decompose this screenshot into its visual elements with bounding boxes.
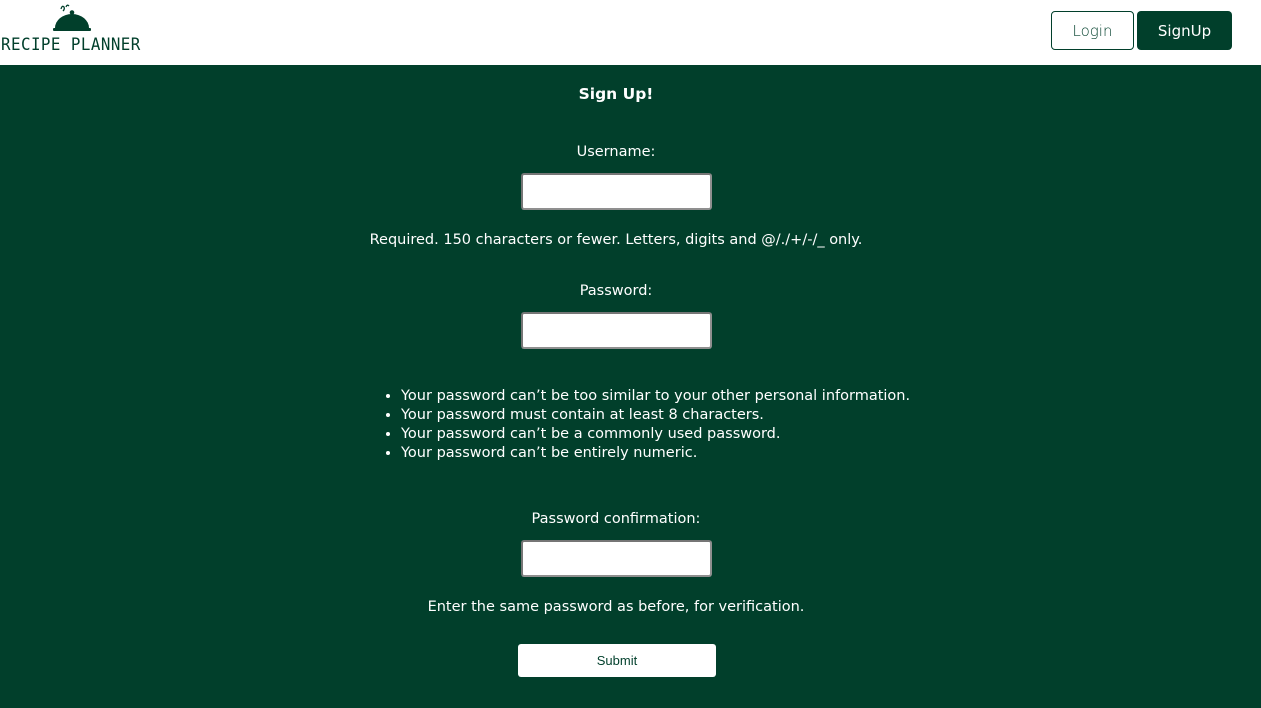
- password-input[interactable]: [521, 312, 712, 349]
- logo[interactable]: RECIPE PLANNER: [0, 4, 150, 60]
- username-help-text: Required. 150 characters or fewer. Lette…: [369, 232, 863, 248]
- username-label: Username:: [576, 144, 656, 160]
- username-input[interactable]: [521, 173, 712, 210]
- password-confirmation-input[interactable]: [521, 540, 712, 577]
- password-rule: Your password can’t be too similar to yo…: [401, 387, 910, 406]
- page-title: Sign Up!: [578, 85, 654, 103]
- password-rule: Your password can’t be a commonly used p…: [401, 425, 910, 444]
- password-confirmation-help-text: Enter the same password as before, for v…: [427, 599, 805, 615]
- navbar: RECIPE PLANNER Login SignUp: [0, 0, 1261, 65]
- password-label: Password:: [579, 283, 653, 299]
- signup-button[interactable]: SignUp: [1137, 11, 1232, 50]
- password-rule: Your password can’t be entirely numeric.: [401, 444, 910, 463]
- logo-text: RECIPE PLANNER: [1, 35, 141, 55]
- cloche-icon: [53, 4, 91, 31]
- password-rules-list: Your password can’t be too similar to yo…: [383, 387, 910, 463]
- submit-button[interactable]: Submit: [518, 644, 716, 677]
- password-confirmation-label: Password confirmation:: [531, 511, 701, 527]
- login-button[interactable]: Login: [1051, 11, 1134, 50]
- password-rule: Your password must contain at least 8 ch…: [401, 406, 910, 425]
